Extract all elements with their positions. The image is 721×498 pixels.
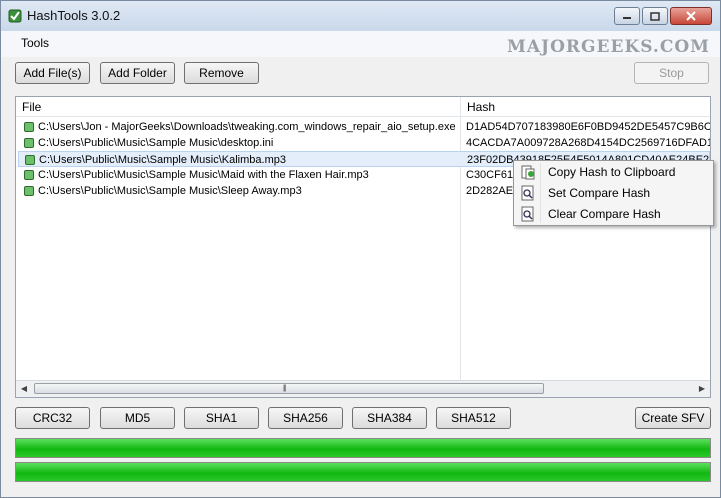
file-status-icon (24, 138, 34, 148)
total-progress-fill (16, 463, 710, 481)
table-row[interactable]: C:\Users\Public\Music\Sample Music\deskt… (18, 135, 710, 151)
remove-button[interactable]: Remove (184, 62, 259, 84)
add-files-button[interactable]: Add File(s) (15, 62, 90, 84)
table-row[interactable]: C:\Users\Jon - MajorGeeks\Downloads\twea… (18, 119, 710, 135)
file-path: C:\Users\Public\Music\Sample Music\deskt… (38, 137, 274, 149)
close-icon (686, 11, 696, 21)
stop-button[interactable]: Stop (634, 62, 709, 84)
clear-compare-hash-menu-item[interactable]: Clear Compare Hash (516, 204, 711, 224)
add-folder-button[interactable]: Add Folder (100, 62, 175, 84)
sha512-button[interactable]: SHA512 (436, 407, 511, 429)
clear-compare-hash-label: Clear Compare Hash (548, 207, 661, 221)
file-hash: 2D282AEF (466, 185, 520, 197)
maximize-icon (650, 11, 660, 21)
sha384-button[interactable]: SHA384 (352, 407, 427, 429)
file-list[interactable]: File Hash C:\Users\Jon - MajorGeeks\Down… (15, 96, 711, 398)
clear-compare-icon (521, 206, 534, 222)
watermark: MAJORGEEKS.COM (507, 37, 710, 57)
context-menu: Copy Hash to Clipboard Set Compare Hash … (513, 160, 714, 226)
scroll-left-icon[interactable]: ◀ (16, 381, 32, 397)
file-path: C:\Users\Jon - MajorGeeks\Downloads\twea… (38, 121, 456, 133)
file-hash: D1AD54D707183980E6F0BD9452DE5457C9B6CFE0 (466, 121, 711, 133)
file-status-icon (24, 122, 34, 132)
file-progress-fill (16, 439, 710, 457)
file-status-icon (24, 170, 34, 180)
file-hash: 4CACDA7A009728A268D4154DC2569716DFAD1A9 (466, 137, 711, 149)
set-compare-hash-label: Set Compare Hash (548, 186, 651, 200)
file-path: C:\Users\Public\Music\Sample Music\Maid … (38, 169, 369, 181)
copy-clipboard-icon (521, 165, 535, 180)
column-header-file[interactable]: File (16, 97, 460, 117)
app-window: HashTools 3.0.2 Tools MAJORGEEKS.COM Add… (0, 0, 721, 498)
file-status-icon (25, 155, 35, 165)
file-progress-bar (15, 438, 711, 458)
grip-icon: ||| (283, 385, 287, 392)
maximize-button[interactable] (642, 7, 668, 25)
compare-doc-icon (521, 185, 534, 201)
crc32-button[interactable]: CRC32 (15, 407, 90, 429)
file-path: C:\Users\Public\Music\Sample Music\Kalim… (39, 154, 286, 166)
create-sfv-button[interactable]: Create SFV (635, 407, 711, 429)
hashtools-app-icon (8, 9, 22, 23)
copy-hash-label: Copy Hash to Clipboard (548, 165, 676, 179)
total-progress-bar (15, 462, 711, 482)
scrollbar-thumb[interactable]: ||| (34, 383, 544, 394)
minimize-icon (623, 17, 631, 19)
scroll-right-icon[interactable]: ▶ (694, 381, 710, 397)
menu-tools[interactable]: Tools (21, 36, 49, 50)
file-status-icon (24, 186, 34, 196)
title-bar[interactable]: HashTools 3.0.2 (1, 1, 720, 31)
sha1-button[interactable]: SHA1 (184, 407, 259, 429)
sha256-button[interactable]: SHA256 (268, 407, 343, 429)
file-path: C:\Users\Public\Music\Sample Music\Sleep… (38, 185, 302, 197)
horizontal-scrollbar[interactable]: ◀ ||| ▶ (16, 380, 710, 397)
column-header-hash[interactable]: Hash (461, 97, 710, 117)
window-controls (612, 7, 712, 25)
copy-hash-menu-item[interactable]: Copy Hash to Clipboard (516, 162, 711, 182)
minimize-button[interactable] (614, 7, 640, 25)
close-button[interactable] (670, 7, 712, 25)
md5-button[interactable]: MD5 (100, 407, 175, 429)
window-title: HashTools 3.0.2 (27, 8, 121, 23)
set-compare-hash-menu-item[interactable]: Set Compare Hash (516, 183, 711, 203)
